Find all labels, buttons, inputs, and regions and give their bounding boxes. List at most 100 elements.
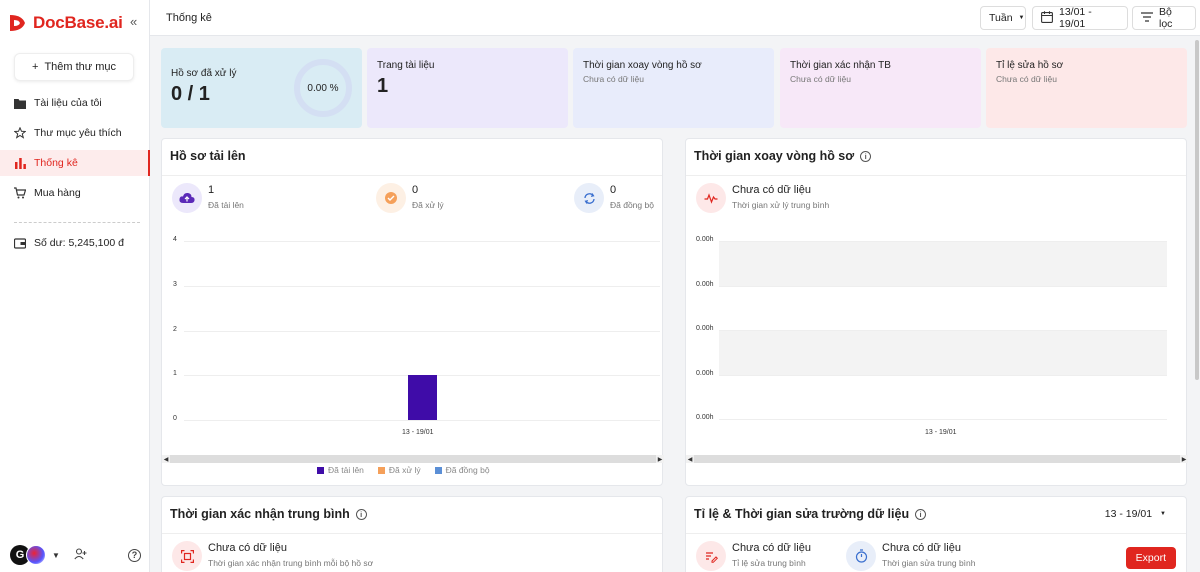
bar[interactable] [407,375,437,420]
legend-item[interactable]: Đã xử lý [377,465,421,475]
panel-title: Tỉ lệ & Thời gian sửa trường dữ liệu i [694,507,927,521]
legend-item[interactable]: Đã tải lên [317,465,364,475]
panel-title: Hồ sơ tải lên [170,149,246,163]
calendar-icon [1041,10,1053,26]
confirm-metric: Chưa có dữ liệu Thời gian xác nhận trung… [172,541,373,571]
grid-line [719,330,1167,331]
user-bar: G ▼ ? [10,544,145,566]
metric-desc: Thời gian xác nhận trung bình mỗi bộ hồ … [208,558,374,568]
chart-band [719,241,1167,286]
stat-label: Thời gian xác nhận TB [790,60,891,71]
language-flag-icon[interactable] [26,545,46,565]
stat-label: Tỉ lệ sửa hồ sơ [996,60,1064,71]
sidebar-item-statistics[interactable]: Thống kê [0,150,150,176]
stat-value: 1 [377,75,389,97]
logo-icon [10,15,25,31]
panel-divider [686,533,1186,534]
grid-line [719,241,1167,242]
caret-down-icon: ▼ [1018,15,1025,21]
export-button[interactable]: Export [1125,547,1176,569]
filter-icon [1141,11,1153,25]
page-scrollbar-thumb[interactable] [1195,40,1199,380]
sidebar-item-label: Thư mục yêu thích [34,127,122,139]
chart-scrollbar[interactable]: ◀ ▶ [686,455,1188,463]
date-range-picker[interactable]: 13/01 - 19/01 [1032,6,1128,30]
sidebar-item-purchase[interactable]: Mua hàng [0,180,150,206]
stat-empty: Chưa có dữ liệu [583,74,644,84]
stat-label: Trang tài liệu [377,60,435,71]
edit-rate-panel: Tỉ lệ & Thời gian sửa trường dữ liệu i 1… [685,496,1187,572]
stat-card-pages: Trang tài liệu 1 [367,48,568,128]
uploads-panel: Hồ sơ tải lên 1 Đã tải lên 0 Đã xử lý 0 … [161,138,664,486]
empty-text: Chưa có dữ liệu [882,542,961,554]
top-header: Thống kê Tuần ▼ 13/01 - 19/01 Bộ lọc [150,0,1200,36]
grid-line [719,374,1167,376]
info-icon[interactable]: i [860,150,872,162]
metric-processed: 0 Đã xử lý [376,183,444,213]
sidebar-item-label: Mua hàng [34,187,81,199]
metric-value: 0 [610,184,617,196]
range-select[interactable]: 13 - 19/01 ▼ [1105,508,1166,520]
filter-button[interactable]: Bộ lọc [1132,6,1196,30]
grid-line [719,285,1167,287]
metric-desc: Thời gian sửa trung bình [882,558,976,568]
wallet-icon [14,237,26,249]
bar-chart-icon [14,157,26,169]
chart-scrollbar[interactable]: ◀ ▶ [162,455,664,463]
metric-value: 1 [208,184,215,196]
grid-line [184,285,660,287]
caret-down-icon: ▼ [1160,511,1166,517]
date-range-value: 13/01 - 19/01 [1059,6,1092,30]
scroll-right-icon[interactable]: ▶ [1180,455,1188,463]
info-icon[interactable]: i [355,508,367,520]
edit-rate-metric: Chưa có dữ liệu Tỉ lệ sửa trung bình [696,541,811,571]
sidebar-item-favorites[interactable]: Thư mục yêu thích [0,120,150,146]
metric-label: Đã tải lên [208,200,244,210]
panel-divider [162,175,662,176]
y-tick-label: 1 [173,370,177,378]
stat-card-confirm-time: Thời gian xác nhận TB Chưa có dữ liệu [780,48,981,128]
balance: Số dư: 5,245,100 đ [0,230,150,256]
scroll-left-icon[interactable]: ◀ [162,455,170,463]
panel-title-text: Tỉ lệ & Thời gian sửa trường dữ liệu [694,507,910,521]
panel-title: Thời gian xác nhận trung bình i [170,507,367,521]
help-icon[interactable]: ? [128,548,141,562]
info-icon[interactable]: i [915,508,927,520]
logo[interactable]: DocBase.ai [8,12,123,34]
chart-band [719,330,1167,375]
chevrons-left-icon[interactable]: « [130,14,137,29]
logo-text: DocBase.ai [33,13,123,32]
period-value: Tuần [989,12,1013,24]
y-tick-label: 0.00h [696,236,714,243]
folder-icon [14,97,26,109]
metric-uploaded: 1 Đã tải lên [172,183,244,213]
stat-card-turnaround: Thời gian xoay vòng hồ sơ Chưa có dữ liệ… [573,48,774,128]
sidebar: DocBase.ai « + Thêm thư mục Tài liệu của… [0,0,150,572]
caret-down-icon[interactable]: ▼ [52,551,60,560]
stopwatch-icon [846,541,876,571]
y-tick-label: 0 [173,415,177,422]
y-tick-label: 3 [173,280,177,288]
stat-card-processed: Hồ sơ đã xử lý 0 / 1 0.00 % [161,48,362,128]
plus-icon: + [32,61,39,73]
range-value: 13 - 19/01 [1104,508,1153,520]
turnaround-metric: Chưa có dữ liệu Thời gian xử lý trung bì… [696,183,829,213]
sidebar-item-my-documents[interactable]: Tài liệu của tôi [0,90,150,116]
add-folder-button[interactable]: + Thêm thư mục [14,53,134,81]
turnaround-panel: Thời gian xoay vòng hồ sơ i Chưa có dữ l… [685,138,1188,486]
metric-value: 0 [412,184,419,196]
star-icon [14,127,26,139]
sidebar-item-label: Thống kê [34,157,78,169]
metric-desc: Thời gian xử lý trung bình [732,200,830,210]
scroll-right-icon[interactable]: ▶ [656,455,664,463]
y-tick-label: 0.00h [696,369,714,377]
confirm-time-panel: Thời gian xác nhận trung bình i Chưa có … [161,496,663,572]
stat-empty: Chưa có dữ liệu [996,74,1057,84]
grid-line [184,420,660,421]
scroll-left-icon[interactable]: ◀ [686,455,694,463]
x-tick-label: 13 - 19/01 [925,429,957,436]
user-plus-icon[interactable] [74,547,87,563]
period-select[interactable]: Tuần ▼ [980,6,1026,30]
legend-item[interactable]: Đã đồng bộ [434,465,490,475]
grid-line [719,419,1167,420]
